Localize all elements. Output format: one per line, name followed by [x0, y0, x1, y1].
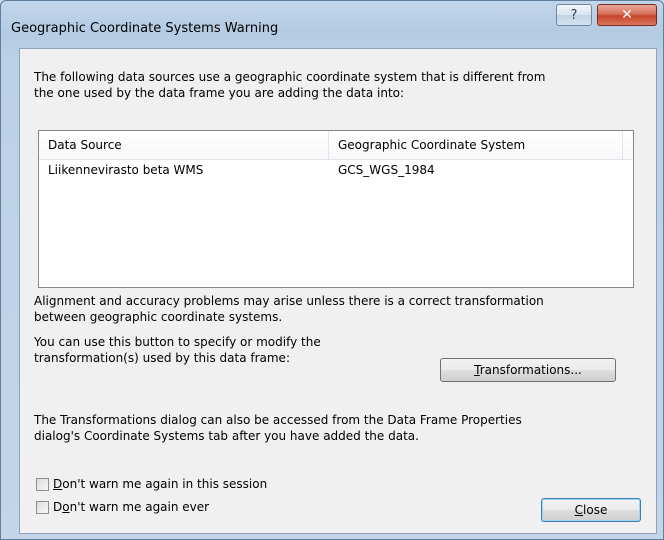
dialog-window: Geographic Coordinate Systems Warning ? …	[0, 0, 664, 540]
dont-warn-ever-checkbox[interactable]: Don't warn me again ever	[36, 500, 209, 514]
table-row[interactable]: Liikennevirasto beta WMS GCS_WGS_1984	[39, 159, 633, 181]
window-close-button[interactable]: ✕	[597, 4, 657, 26]
checkbox-label: Don't warn me again in this session	[53, 477, 268, 491]
cell-data-source: Liikennevirasto beta WMS	[48, 163, 204, 177]
transformation-hint-text: You can use this button to specify or mo…	[34, 335, 321, 365]
close-button[interactable]: Close	[541, 498, 641, 522]
dont-warn-session-checkbox[interactable]: Don't warn me again in this session	[36, 477, 267, 491]
alignment-warning-text: Alignment and accuracy problems may aris…	[34, 294, 544, 324]
column-header-gcs[interactable]: Geographic Coordinate System	[329, 131, 623, 159]
checkbox-box[interactable]	[36, 477, 49, 491]
help-button[interactable]: ?	[556, 4, 592, 26]
help-icon: ?	[570, 7, 578, 23]
checkbox-box[interactable]	[36, 500, 49, 514]
data-sources-table[interactable]: Data Source Geographic Coordinate System…	[38, 130, 634, 288]
transformations-button[interactable]: Transformations...	[440, 358, 616, 382]
close-icon: ✕	[621, 7, 633, 23]
dialog-access-text: The Transformations dialog can also be a…	[34, 413, 522, 443]
dialog-body: The following data sources use a geograp…	[19, 48, 657, 534]
checkbox-label: Don't warn me again ever	[53, 500, 210, 514]
intro-text: The following data sources use a geograp…	[34, 70, 546, 100]
column-header-data-source[interactable]: Data Source	[39, 131, 329, 159]
cell-gcs: GCS_WGS_1984	[338, 163, 435, 177]
table-header: Data Source Geographic Coordinate System	[39, 131, 633, 160]
window-title: Geographic Coordinate Systems Warning	[11, 21, 279, 36]
